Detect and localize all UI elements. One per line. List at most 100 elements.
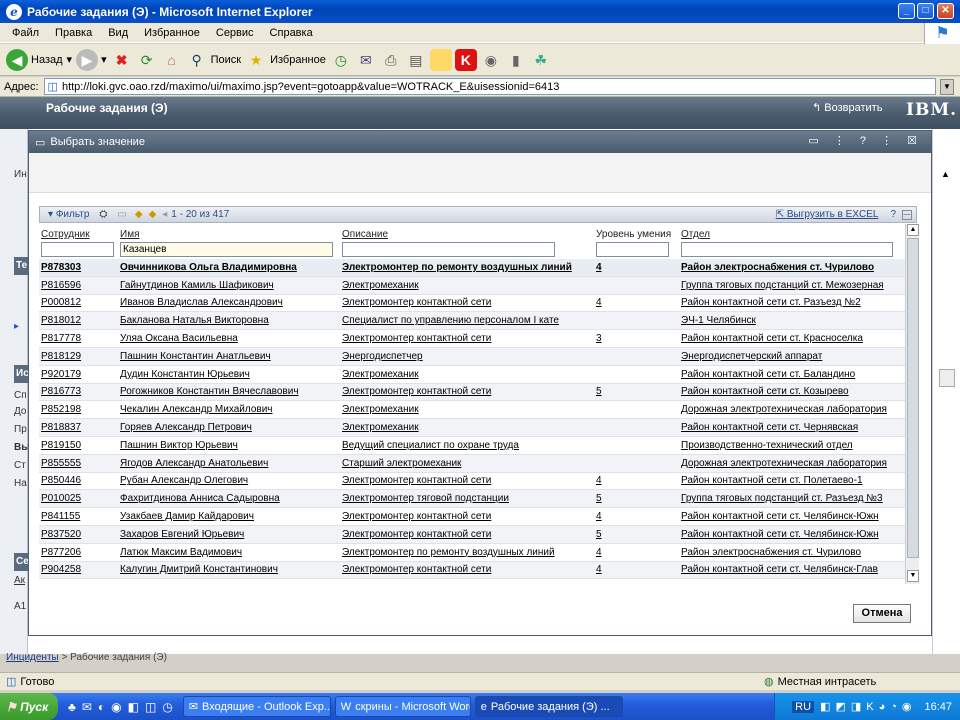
dialog-controls[interactable]: ▭ ⋮ ? ⋮ ☒ — [808, 134, 923, 147]
clear-filter-icon[interactable]: ▭ — [117, 209, 126, 220]
start-button[interactable]: ⚑ Пуск — [0, 693, 58, 720]
task-outlook[interactable]: ✉ Входящие - Outlook Exp... — [182, 696, 331, 717]
scroll-up-icon[interactable]: ▲ — [907, 224, 919, 236]
cell-department[interactable]: Производственно-технический отдел — [679, 440, 905, 451]
cell-employee[interactable]: P904258 — [39, 564, 118, 575]
cell-employee[interactable]: P852198 — [39, 404, 118, 415]
cell-skill-level[interactable]: 5 — [594, 529, 679, 540]
table-row[interactable]: P010025 Фахритдинова Анниса Садыровна Элек… — [39, 490, 905, 509]
cell-name[interactable]: Бакланова Наталья Викторовна — [118, 315, 340, 326]
language-indicator[interactable]: RU — [792, 700, 815, 713]
return-link[interactable]: ↰ Возвратить — [812, 101, 882, 114]
table-row[interactable]: P837520 Захаров Евгений Юрьевич Электромон… — [39, 525, 905, 544]
collapse-icon[interactable]: — — [902, 209, 912, 220]
task-ie[interactable]: e Рабочие задания (Э) ... — [474, 696, 623, 717]
cell-department[interactable]: Район контактной сети ст. Челябинск-Южн — [679, 511, 905, 522]
col-employee[interactable]: Сотрудник — [39, 229, 118, 240]
filter-skill-input[interactable] — [596, 242, 669, 257]
table-row[interactable]: P817778 Уляа Оксана Васильевна Электромонт… — [39, 330, 905, 348]
cell-description[interactable]: Электромеханик — [340, 369, 594, 380]
address-dropdown-icon[interactable]: ▼ — [940, 78, 954, 95]
cell-skill-level[interactable]: 4 — [594, 511, 679, 522]
cell-employee[interactable]: P920179 — [39, 369, 118, 380]
minimize-button[interactable]: _ — [898, 3, 915, 19]
cell-department[interactable]: Район контактной сети ст. Красноселка — [679, 333, 905, 344]
cell-name[interactable]: Узакбаев Дамир Кайдарович — [118, 511, 340, 522]
prev-page-icon[interactable]: ◆ — [149, 209, 157, 220]
cell-description[interactable]: Электромонтер контактной сети — [340, 511, 594, 522]
first-page-icon[interactable]: ◆ — [135, 209, 143, 220]
people-icon[interactable]: ☘ — [530, 49, 552, 71]
search-button[interactable]: ⚲ Поиск — [186, 49, 241, 71]
help-icon[interactable]: ? — [890, 209, 896, 220]
cell-description[interactable]: Электромонтер контактной сети — [340, 475, 594, 486]
cell-department[interactable]: Район контактной сети ст. Козырево — [679, 386, 905, 397]
side-arrow-icon[interactable]: ▸ — [14, 321, 19, 332]
cell-name[interactable]: Рогожников Константин Вячеславович — [118, 386, 340, 397]
cancel-button[interactable]: Отмена — [853, 604, 911, 623]
table-row[interactable]: P850446 Рубан Александр Олегович Электромо… — [39, 473, 905, 491]
filter-department-input[interactable] — [681, 242, 893, 257]
table-row[interactable]: P816596 Гайнутдинов Камиль Шафикович Элект… — [39, 276, 905, 295]
cell-description[interactable]: Специалист по управлению персоналом I ка… — [340, 315, 594, 326]
cell-name[interactable]: Калугин Дмитрий Константинович — [118, 564, 340, 575]
table-scrollbar[interactable]: ▲ ▼ — [905, 224, 919, 584]
back-button[interactable]: ◀ Назад ▾ — [6, 48, 72, 71]
cell-employee[interactable]: P837520 — [39, 529, 118, 540]
cell-skill-level[interactable]: 4 — [594, 547, 679, 558]
cell-employee[interactable]: P816773 — [39, 386, 118, 397]
binoculars-icon[interactable]: ⛭ — [99, 209, 107, 220]
cell-employee[interactable]: P818129 — [39, 351, 118, 362]
cell-employee[interactable]: P850446 — [39, 475, 118, 486]
cell-name[interactable]: Латюк Максим Вадимович — [118, 547, 340, 558]
side-tab[interactable]: Се — [14, 553, 29, 571]
filter-employee-input[interactable] — [41, 242, 114, 257]
favorites-button[interactable]: ★ Избранное — [245, 49, 326, 71]
cell-description[interactable]: Электромеханик — [340, 422, 594, 433]
quicklaunch-icons[interactable]: ♣✉◐◉◧◫◷ — [68, 700, 179, 714]
breadcrumb-link[interactable]: Инциденты — [6, 652, 59, 663]
menu-help[interactable]: Справка — [262, 27, 321, 39]
table-row[interactable]: P818837 Горяев Александр Петрович Электром… — [39, 419, 905, 437]
table-row[interactable]: P816773 Рогожников Константин Вячеславови… — [39, 383, 905, 402]
table-row[interactable]: P904258 Калугин Дмитрий Константинович Эле… — [39, 561, 905, 580]
home-icon[interactable]: ⌂ — [161, 49, 183, 71]
cell-description[interactable]: Электромонтер контактной сети — [340, 529, 594, 540]
menu-view[interactable]: Вид — [100, 27, 136, 39]
scroll-thumb[interactable] — [907, 238, 919, 558]
table-row[interactable]: P855555 Ягодов Александр Анатольевич Старш… — [39, 454, 905, 473]
cell-name[interactable]: Ягодов Александр Анатольевич — [118, 458, 340, 469]
task-word[interactable]: Wскрины - Microsoft Word — [334, 696, 471, 717]
cell-employee[interactable]: P841155 — [39, 511, 118, 522]
cell-description[interactable]: Старший электромеханик — [340, 458, 594, 469]
cell-employee[interactable]: P000812 — [39, 297, 118, 308]
cell-name[interactable]: Пашнин Константин Анатльевич — [118, 351, 340, 362]
cell-description[interactable]: Энергодиспетчер — [340, 351, 594, 362]
side-label[interactable]: Ак — [14, 575, 25, 586]
cell-description[interactable]: Электромеханик — [340, 280, 594, 291]
cell-skill-level[interactable]: 4 — [594, 564, 679, 575]
menu-file[interactable]: Файл — [4, 27, 47, 39]
col-description[interactable]: Описание — [340, 229, 594, 240]
kaspersky-icon[interactable]: K — [454, 48, 477, 71]
cell-description[interactable]: Электромеханик — [340, 404, 594, 415]
cell-department[interactable]: Район контактной сети ст. Челябинск-Южн — [679, 529, 905, 540]
col-department[interactable]: Отдел — [679, 229, 905, 240]
scroll-down-icon[interactable]: ▼ — [907, 570, 919, 582]
stop-icon[interactable]: ✖ — [111, 49, 133, 71]
filter-description-input[interactable] — [342, 242, 555, 257]
menu-favorites[interactable]: Избранное — [136, 27, 208, 39]
table-row[interactable]: P000812 Иванов Владислав Александрович Эле… — [39, 295, 905, 313]
table-row[interactable]: P920179 Дудин Константин Юрьевич Электроме… — [39, 366, 905, 384]
table-row[interactable]: P841155 Узакбаев Дамир Кайдарович Электром… — [39, 508, 905, 526]
side-tab[interactable]: Ис — [14, 365, 29, 383]
col-name[interactable]: Имя — [118, 229, 340, 240]
prev-icon[interactable]: ◂ — [162, 209, 167, 220]
side-tab[interactable]: Те — [14, 257, 28, 275]
cell-description[interactable]: Электромонтер контактной сети — [340, 564, 594, 575]
table-row[interactable]: P818012 Бакланова Наталья Викторовна Специ… — [39, 312, 905, 331]
cell-skill-level[interactable]: 5 — [594, 493, 679, 504]
history-icon[interactable]: ◷ — [330, 49, 352, 71]
refresh-icon[interactable]: ⟳ — [136, 49, 158, 71]
cell-description[interactable]: Электромонтер контактной сети — [340, 333, 594, 344]
